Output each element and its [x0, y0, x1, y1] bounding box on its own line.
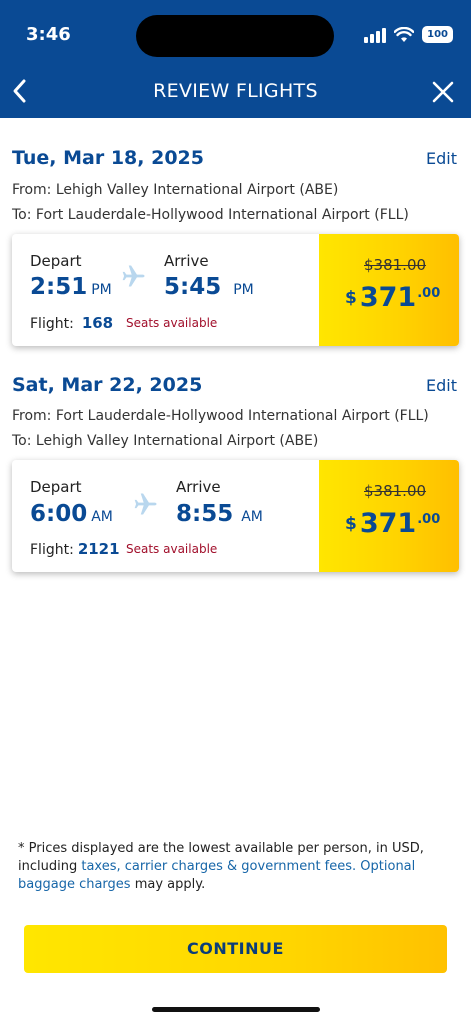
- flight-number: Flight: 2121: [30, 540, 120, 558]
- close-icon[interactable]: [431, 80, 455, 104]
- status-indicators: 100: [364, 26, 453, 43]
- arrive-label: Arrive: [164, 252, 209, 270]
- cellular-signal-icon: [364, 27, 387, 43]
- depart-label: Depart: [30, 478, 82, 496]
- battery-icon: 100: [422, 26, 453, 43]
- flight-number: Flight: 168: [30, 314, 114, 332]
- fare-price-box[interactable]: $381.00 $371.00: [319, 460, 459, 572]
- seats-available: Seats available: [126, 316, 218, 330]
- route-from: From: Fort Lauderdale-Hollywood Internat…: [12, 408, 429, 424]
- page-title: REVIEW FLIGHTS: [153, 80, 318, 102]
- continue-button[interactable]: CONTINUE: [24, 925, 447, 973]
- edit-link[interactable]: Edit: [426, 149, 457, 168]
- taxes-fees-link[interactable]: taxes, carrier charges & government fees…: [81, 859, 356, 874]
- status-time: 3:46: [26, 24, 71, 45]
- route-to: To: Lehigh Valley International Airport …: [12, 433, 319, 449]
- depart-label: Depart: [30, 252, 82, 270]
- arrive-label: Arrive: [176, 478, 221, 496]
- flight-card[interactable]: Depart 6:00 AM Arrive 8:55 AM Flight: 2121 …: [12, 460, 459, 572]
- fare-price-box[interactable]: $381.00 $371.00: [319, 234, 459, 346]
- airplane-icon: [122, 265, 145, 287]
- seats-available: Seats available: [126, 542, 218, 556]
- route-from: From: Lehigh Valley International Airpor…: [12, 182, 339, 198]
- arrive-time: 5:45 PM: [164, 274, 254, 300]
- price-disclaimer: * Prices displayed are the lowest availa…: [18, 840, 448, 894]
- depart-time: 6:00 AM: [30, 501, 113, 527]
- disclaimer-text: may apply.: [130, 877, 206, 892]
- flight-date: Tue, Mar 18, 2025: [12, 147, 204, 169]
- wifi-icon: [394, 26, 415, 42]
- arrive-time: 8:55 AM: [176, 501, 263, 527]
- depart-time: 2:51 PM: [30, 274, 112, 300]
- flight-date: Sat, Mar 22, 2025: [12, 374, 203, 396]
- flight-card[interactable]: Depart 2:51 PM Arrive 5:45 PM Flight: 168 S…: [12, 234, 459, 346]
- edit-link[interactable]: Edit: [426, 376, 457, 395]
- home-indicator[interactable]: [152, 1007, 320, 1012]
- original-price: $381.00: [364, 482, 427, 500]
- original-price: $381.00: [364, 256, 427, 274]
- sale-price: $371.00: [345, 508, 441, 539]
- route-to: To: Fort Lauderdale-Hollywood Internatio…: [12, 207, 409, 223]
- dynamic-island: [136, 15, 334, 57]
- airplane-icon: [134, 493, 157, 515]
- app-header: 3:46 100 REVIEW FLIGHTS: [0, 0, 471, 118]
- sale-price: $371.00: [345, 282, 441, 313]
